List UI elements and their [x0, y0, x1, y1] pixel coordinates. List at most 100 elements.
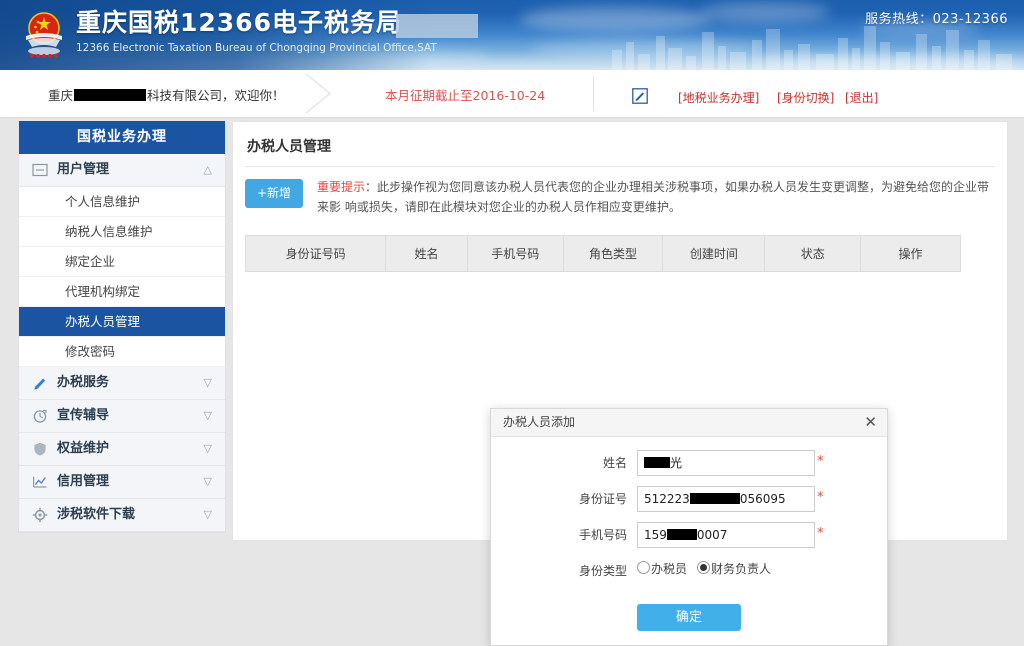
- sidebar-group-label: 用户管理: [57, 162, 110, 177]
- phone-value-prefix: 159: [644, 528, 667, 542]
- chart-icon: [33, 476, 47, 488]
- sidebar-group-tax-service[interactable]: 办税服务 ▽: [19, 367, 225, 400]
- sidebar: 国税业务办理 用户管理 △ 个人信息维护 纳税人信息维护 绑定企业 代理机构绑定…: [18, 121, 226, 533]
- sidebar-group-software-download[interactable]: 涉税软件下载 ▽: [19, 499, 225, 532]
- site-title-cn: 重庆国税12366电子税务局: [76, 8, 402, 37]
- modal-title: 办税人员添加: [503, 415, 576, 429]
- sidebar-group-rights-protection[interactable]: 权益维护 ▽: [19, 433, 225, 466]
- id-value-prefix: 512223: [644, 492, 690, 506]
- field-label-identity-type: 身份类型: [578, 564, 627, 578]
- site-title-block: 重庆国税12366电子税务局 12366 Electronic Taxation…: [76, 8, 437, 56]
- field-row-name: 姓名 光 *: [491, 450, 887, 486]
- add-button[interactable]: +新增: [245, 179, 303, 208]
- sidebar-item-personal-info[interactable]: 个人信息维护: [19, 187, 225, 217]
- national-emblem-icon: [26, 12, 62, 59]
- sidebar-group-user-management[interactable]: 用户管理 △: [19, 154, 225, 187]
- phone-value-suffix: 0007: [696, 528, 728, 542]
- link-logout[interactable]: [退出]: [845, 89, 878, 106]
- field-row-id-number: 身份证号 512223 056095 *: [491, 486, 887, 522]
- id-value-suffix: 056095: [739, 492, 786, 506]
- sidebar-item-bind-enterprise[interactable]: 绑定企业: [19, 247, 225, 277]
- clock-icon: [33, 409, 47, 423]
- id-redaction: [689, 493, 740, 504]
- required-marker: *: [817, 490, 824, 505]
- notice-row: +新增 重要提示：此步操作视为您同意该办税人员代表您的企业办理相关涉税事项，如果…: [245, 177, 995, 223]
- id-number-input[interactable]: 512223 056095: [637, 486, 815, 512]
- welcome-message: 重庆 科技有限公司，欢迎你！: [48, 85, 285, 104]
- expand-down-icon: ▽: [203, 508, 213, 521]
- radio-circle-icon: [637, 561, 650, 574]
- link-switch-identity[interactable]: [身份切换]: [777, 89, 834, 106]
- sidebar-group-label: 信用管理: [57, 474, 110, 489]
- page-title: 办税人员管理: [247, 139, 331, 155]
- chevron-separator-icon: [305, 73, 332, 114]
- table-header-id-number: 身份证号码: [244, 235, 387, 272]
- notice-label: 重要提示: [317, 180, 366, 194]
- title-redaction-block: [396, 14, 478, 38]
- expand-down-icon: ▽: [203, 376, 213, 389]
- confirm-button[interactable]: 确定: [637, 604, 741, 631]
- close-icon[interactable]: ✕: [864, 409, 877, 436]
- name-redaction: [644, 457, 670, 468]
- cloud-decor: [700, 2, 830, 22]
- collapse-up-icon: △: [203, 163, 213, 176]
- radio-option-tax-clerk[interactable]: 办税员: [637, 561, 688, 576]
- table-header-phone: 手机号码: [466, 235, 564, 272]
- radio-label-tax-clerk: 办税员: [651, 562, 688, 576]
- name-input[interactable]: 光: [637, 450, 815, 476]
- table-header-status: 状态: [764, 235, 862, 272]
- radio-option-finance-head[interactable]: 财务负责人: [697, 561, 772, 576]
- site-banner: 重庆国税12366电子税务局 12366 Electronic Taxation…: [0, 0, 1024, 70]
- page-body: 国税业务办理 用户管理 △ 个人信息维护 纳税人信息维护 绑定企业 代理机构绑定…: [0, 118, 1024, 646]
- field-label-name: 姓名: [602, 456, 627, 470]
- sidebar-header: 国税业务办理: [19, 121, 225, 154]
- expand-down-icon: ▽: [203, 442, 213, 455]
- table-header-role-type: 角色类型: [562, 235, 664, 272]
- company-name-redaction: [74, 89, 147, 101]
- identity-type-radio-group: 办税员 财务负责人: [637, 560, 781, 577]
- sidebar-item-agency-binding[interactable]: 代理机构绑定: [19, 277, 225, 307]
- table-header-name: 姓名: [385, 235, 468, 272]
- link-local-tax-service[interactable]: [地税业务办理]: [678, 89, 759, 106]
- table-header-row: 身份证号码 姓名 手机号码 角色类型 创建时间 状态 操作: [244, 235, 961, 272]
- shield-icon: [34, 442, 46, 456]
- city-skyline-decor: [612, 26, 1012, 70]
- modal-header: 办税人员添加 ✕: [491, 409, 887, 437]
- sidebar-group-publicity-guidance[interactable]: 宣传辅导 ▽: [19, 400, 225, 433]
- title-divider: [245, 166, 995, 167]
- tax-staff-table: 身份证号码 姓名 手机号码 角色类型 创建时间 状态 操作: [244, 235, 961, 272]
- expand-down-icon: ▽: [203, 409, 213, 422]
- add-tax-staff-modal: 办税人员添加 ✕ 姓名 光 * 身份证号 512223 056095 * 手机号码: [490, 408, 888, 646]
- sidebar-group-label: 涉税软件下载: [57, 507, 136, 522]
- tax-period-notice: 本月征期截止至2016-10-24: [385, 88, 546, 103]
- sidebar-item-change-password[interactable]: 修改密码: [19, 337, 225, 367]
- sidebar-group-credit-management[interactable]: 信用管理 ▽: [19, 466, 225, 499]
- expand-down-icon: ▽: [203, 475, 213, 488]
- nav-divider: [593, 76, 594, 111]
- sidebar-group-label: 办税服务: [57, 375, 110, 390]
- field-label-id-number: 身份证号: [578, 492, 627, 506]
- phone-input[interactable]: 159 0007: [637, 522, 815, 548]
- table-header-operation: 操作: [860, 235, 961, 272]
- welcome-suffix: 科技有限公司，欢迎你！: [147, 88, 285, 103]
- required-marker: *: [817, 454, 824, 469]
- sidebar-item-tax-staff-management[interactable]: 办税人员管理: [19, 307, 225, 337]
- sidebar-item-taxpayer-info[interactable]: 纳税人信息维护: [19, 217, 225, 247]
- service-hotline: 服务热线：023-12366: [865, 12, 1008, 27]
- name-value-suffix: 光: [670, 456, 683, 470]
- gear-icon: [32, 507, 48, 523]
- sidebar-group-label: 权益维护: [57, 441, 110, 456]
- site-title-en: 12366 Electronic Taxation Bureau of Chon…: [76, 42, 437, 54]
- radio-label-finance-head: 财务负责人: [711, 562, 772, 576]
- required-marker: *: [817, 526, 824, 541]
- radio-circle-selected-icon: [697, 561, 711, 574]
- list-box-icon: [32, 163, 48, 177]
- modal-body: 姓名 光 * 身份证号 512223 056095 * 手机号码 159 0007 …: [491, 437, 887, 645]
- phone-redaction: [666, 529, 697, 540]
- field-label-phone: 手机号码: [578, 528, 627, 542]
- sidebar-group-label: 宣传辅导: [57, 408, 110, 423]
- important-notice: 重要提示：此步操作视为您同意该办税人员代表您的企业办理相关涉税事项，如果办税人员…: [317, 177, 995, 217]
- edit-icon[interactable]: [632, 88, 648, 104]
- field-row-identity-type: 身份类型 办税员 财务负责人: [491, 558, 887, 594]
- notice-body: ：此步操作视为您同意该办税人员代表您的企业办理相关涉税事项，如果办税人员发生变更…: [317, 180, 990, 214]
